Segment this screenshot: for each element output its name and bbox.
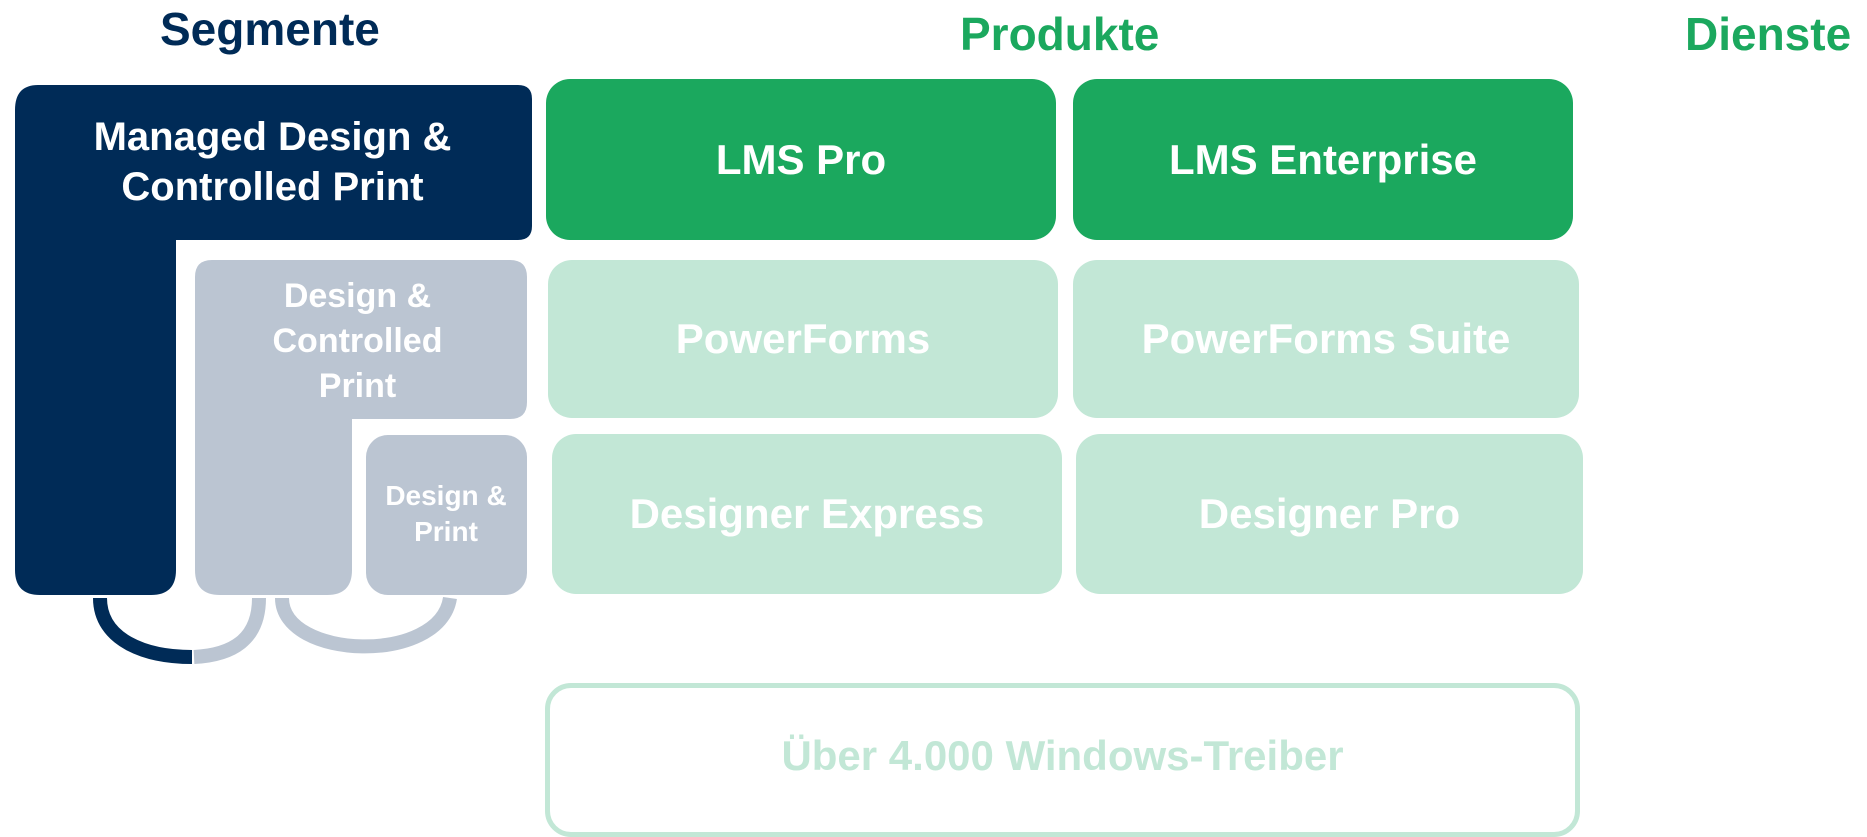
- product-powerforms: PowerForms: [548, 260, 1058, 418]
- product-label: Designer Pro: [1198, 490, 1461, 537]
- segment-controlled-label: Design & Controlled Print: [272, 277, 443, 405]
- product-label: LMS Enterprise: [1168, 135, 1478, 183]
- product-powerforms-suite: PowerForms Suite: [1073, 260, 1579, 418]
- product-lms-enterprise: LMS Enterprise: [1073, 79, 1573, 240]
- segment-design-print-label: Design & Print: [385, 480, 507, 547]
- product-label: PowerForms Suite: [1141, 315, 1511, 362]
- connector-design-print: [275, 596, 457, 654]
- product-lms-pro: LMS Pro: [546, 79, 1056, 240]
- windows-drivers-box: Über 4.000 Windows-Treiber: [545, 683, 1580, 837]
- services-heading: Dienste: [1685, 8, 1852, 60]
- product-label: PowerForms: [675, 315, 931, 362]
- connector-controlled: [193, 597, 266, 664]
- segment-managed-label: Managed Design & Controlled Print: [93, 115, 452, 209]
- products-heading: Produkte: [960, 8, 1160, 60]
- product-designer-pro: Designer Pro: [1076, 434, 1583, 594]
- product-label: LMS Pro: [715, 135, 887, 183]
- product-label: Designer Express: [629, 490, 985, 537]
- windows-drivers-label: Über 4.000 Windows-Treiber: [781, 732, 1344, 779]
- product-designer-express: Designer Express: [552, 434, 1062, 594]
- connector-managed: [93, 597, 193, 664]
